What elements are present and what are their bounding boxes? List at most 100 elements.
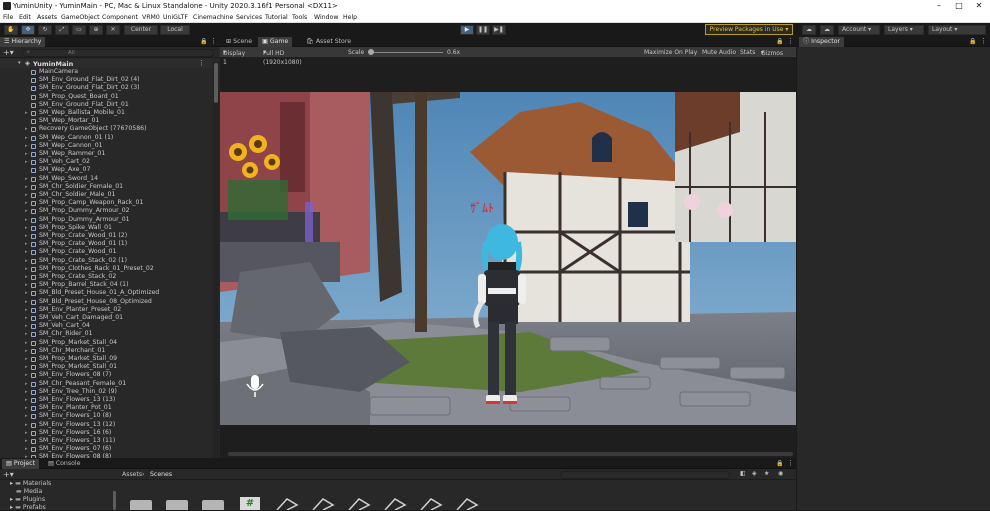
folder-materials[interactable]: ▸ ▬ Materials [10,480,51,487]
hierarchy-item[interactable]: ▸ SM_Prop_Market_Stall_09 [0,355,212,363]
asset-folder-icon[interactable] [166,500,188,510]
hierarchy-item[interactable]: SM_Wep_Axe_07 [0,166,212,174]
hierarchy-item[interactable]: SM_Env_Ground_Flat_Dirt_02 (3) [0,84,212,92]
hierarchy-item[interactable]: ▸ SM_Veh_Cart_02 [0,158,212,166]
menu-component[interactable]: Component [102,13,138,22]
menu-unigltf[interactable]: UniGLTF [163,13,188,22]
scale-slider-thumb[interactable] [368,49,374,55]
hierarchy-item[interactable]: ▸ SM_Prop_Crate_Stack_02 (1) [0,257,212,265]
rect-tool-icon[interactable]: ▭ [72,25,86,35]
maximize-icon[interactable]: □ [950,0,968,12]
expand-arrow-icon[interactable]: ▸ [25,314,28,322]
close-icon[interactable]: ✕ [970,0,988,12]
project-lock-icon[interactable]: 🔒 [776,460,783,467]
hierarchy-item[interactable]: ▸ SM_Wep_Cannon_01 (1) [0,134,212,142]
hierarchy-item[interactable]: SM_Wep_Mortar_01 [0,117,212,125]
step-button[interactable]: ▶❚ [492,25,506,35]
hierarchy-item[interactable]: ▸ SM_Env_Flowers_08 (7) [0,371,212,379]
expand-arrow-icon[interactable]: ▸ [25,134,28,142]
hierarchy-item[interactable]: ▸ SM_Bld_Preset_House_08_Optimized [0,298,212,306]
favorite-icon[interactable]: ★ [764,470,769,477]
hidden-packages-icon[interactable]: ◉ [778,470,783,477]
expand-arrow-icon[interactable]: ▸ [25,306,28,314]
menu-gameobject[interactable]: GameObject [61,13,100,22]
hierarchy-item[interactable]: ▸ SM_Chr_Soldier_Male_01 [0,191,212,199]
lock-icon[interactable]: 🔒 [200,38,207,45]
expand-arrow-icon[interactable]: ▸ [25,175,28,183]
expand-arrow-icon[interactable]: ▸ [25,281,28,289]
scale-tool-icon[interactable]: ⤢ [55,25,69,35]
tab-project[interactable]: ▤ Project [2,459,39,469]
scene-menu-icon[interactable]: ⋮ [198,59,205,67]
hierarchy-item[interactable]: ▸ SM_Prop_Crate_Stack_02 [0,273,212,281]
hierarchy-item[interactable]: ▸ Recovery GameObject (77670586) [0,125,212,133]
hierarchy-item[interactable]: ▸ SM_Env_Flowers_10 (8) [0,412,212,420]
hierarchy-search-input[interactable]: ⌕ All [22,49,214,57]
expand-arrow-icon[interactable]: ▸ [25,224,28,232]
tab-scene[interactable]: ⊞ Scene [222,37,256,47]
expand-arrow-icon[interactable]: ▸ [25,355,28,363]
hierarchy-item[interactable]: ▸ SM_Veh_Cart_04 [0,322,212,330]
expand-arrow-icon[interactable]: ▸ [25,363,28,371]
expand-arrow-icon[interactable]: ▸ [25,191,28,199]
menu-edit[interactable]: Edit [19,13,31,22]
account-dropdown[interactable]: Account ▾ [838,25,880,35]
expand-arrow-icon[interactable]: ▸ [25,240,28,248]
asset-folder-icon[interactable] [130,500,152,510]
expand-arrow-icon[interactable]: ▸ [25,273,28,281]
expand-arrow-icon[interactable]: ▸ [25,109,28,117]
expand-arrow-icon[interactable]: ▸ [25,453,28,458]
prefab-icon[interactable] [456,498,479,510]
menu-tools[interactable]: Tools [292,13,307,22]
project-search-input[interactable] [560,471,730,479]
expand-arrow-icon[interactable]: ▸ [25,421,28,429]
expand-arrow-icon[interactable]: ▸ [25,158,28,166]
hierarchy-item[interactable]: ▸ SM_Prop_Crate_Wood_01 [0,248,212,256]
expand-arrow-icon[interactable]: ▸ [25,125,28,133]
pivot-local-button[interactable]: Local [160,25,190,35]
expand-arrow-icon[interactable]: ▸ [25,257,28,265]
folder-plugins[interactable]: ▸ ▬ Plugins [10,496,45,503]
hierarchy-item[interactable]: ▸ SM_Veh_Cart_Damaged_01 [0,314,212,322]
tab-inspector[interactable]: ⓘ Inspector [799,37,845,47]
hierarchy-item[interactable]: ▸ SM_Prop_Dummy_Armour_01 [0,216,212,224]
expand-arrow-icon[interactable]: ▸ [25,248,28,256]
hierarchy-item[interactable]: ▸ SM_Prop_Clothes_Rack_01_Preset_02 [0,265,212,273]
scrollbar-thumb[interactable] [214,63,218,103]
expand-arrow-icon[interactable]: ▸ [25,265,28,273]
collab-icon[interactable]: ☁ [802,25,816,35]
hierarchy-item[interactable]: ▸ SM_Prop_Barrel_Stack_04 (1) [0,281,212,289]
csharp-script-icon[interactable]: # [240,497,260,510]
expand-arrow-icon[interactable]: ▸ [25,347,28,355]
hierarchy-item[interactable]: ▸ SM_Env_Flowers_13 (11) [0,437,212,445]
menu-file[interactable]: File [3,13,13,22]
scene-expand-icon[interactable]: ▾ [18,60,21,66]
expand-arrow-icon[interactable]: ▸ [25,380,28,388]
hierarchy-item[interactable]: ▸ SM_Prop_Spike_Wall_01 [0,224,212,232]
project-menu-icon[interactable]: ⋮ [787,459,794,467]
hierarchy-item[interactable]: ▸ SM_Wep_Rammer_01 [0,150,212,158]
prefab-icon[interactable] [420,498,443,510]
inspector-menu-icon[interactable]: ⋮ [980,37,987,45]
hierarchy-item[interactable]: ▸ SM_Prop_Market_Stall_01 [0,363,212,371]
hierarchy-item[interactable]: ▸ SM_Prop_Crate_Wood_01 (2) [0,232,212,240]
inspector-lock-icon[interactable]: 🔒 [969,38,976,45]
project-create-icon[interactable]: +▾ [3,470,14,479]
hierarchy-item[interactable]: MainCamera [0,68,212,76]
rotate-tool-icon[interactable]: ↻ [38,25,52,35]
hierarchy-item[interactable]: ▸ SM_Env_Flowers_08 (8) [0,453,212,458]
scene-row[interactable]: ▾ ◈ YuminMain ⋮ [0,59,212,68]
hierarchy-item[interactable]: ▸ SM_Prop_Market_Stall_04 [0,339,212,347]
panel-menu-icon[interactable]: ⋮ [210,37,217,45]
expand-arrow-icon[interactable]: ▸ [25,232,28,240]
hierarchy-item[interactable]: ▸ SM_Bld_Preset_House_01_A_Optimized [0,289,212,297]
game-viewport[interactable]: ｻﾞﾑﾄ [220,92,796,425]
hierarchy-item[interactable]: ▸ SM_Env_Flowers_07 (6) [0,445,212,453]
hierarchy-item[interactable]: ▸ SM_Chr_Merchant_01 [0,347,212,355]
hierarchy-item[interactable]: ▸ SM_Chr_Soldier_Female_01 [0,183,212,191]
scale-slider[interactable] [368,52,443,53]
hierarchy-item[interactable]: ▸ SM_Env_Flowers_16 (6) [0,429,212,437]
tab-hierarchy[interactable]: ☰ Hierarchy [0,37,46,47]
expand-arrow-icon[interactable]: ▸ [25,289,28,297]
play-button[interactable]: ▶ [460,25,474,35]
